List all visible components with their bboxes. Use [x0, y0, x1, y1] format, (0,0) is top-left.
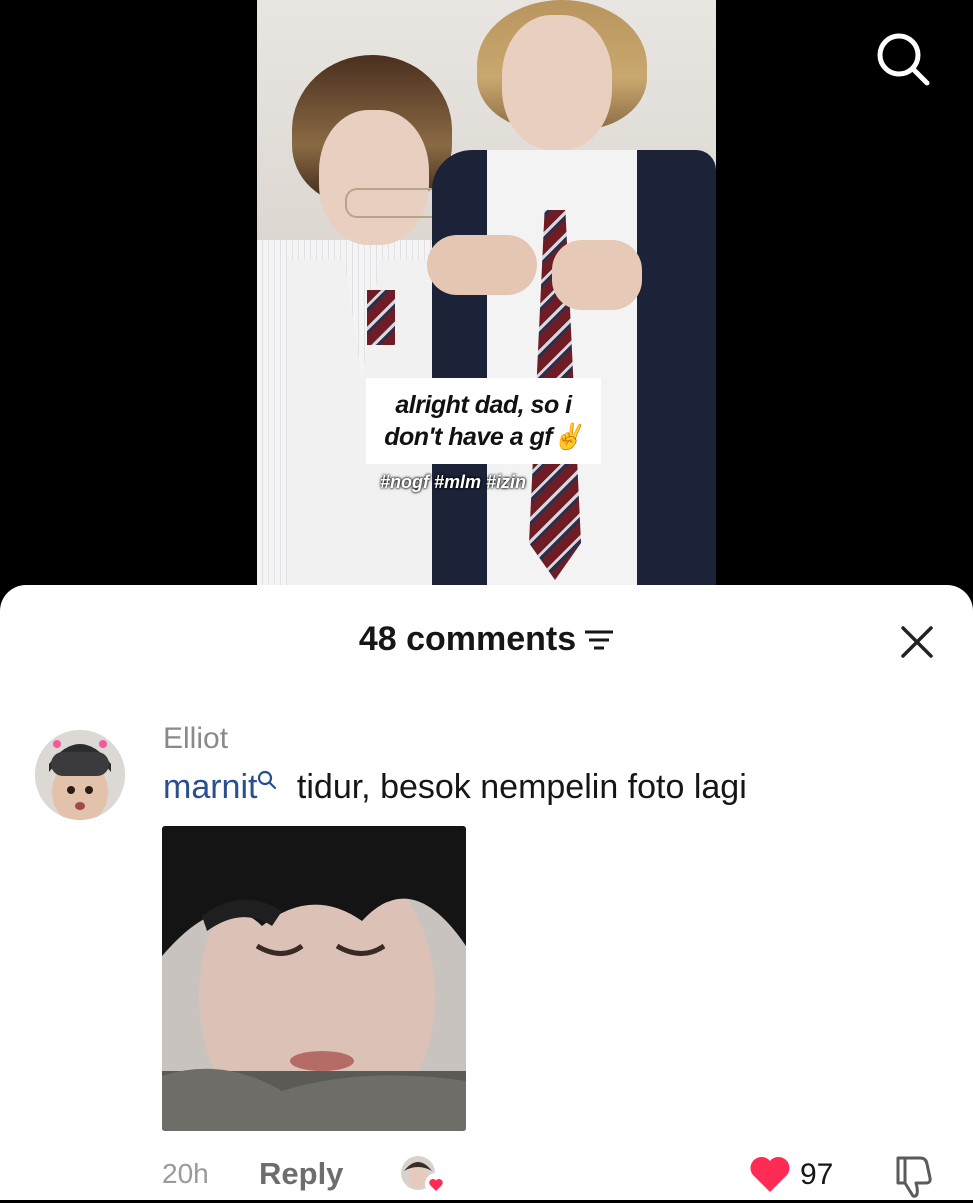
comment-image-content [162, 826, 466, 1131]
like-button[interactable] [748, 1152, 792, 1196]
comment-time: 20h [162, 1158, 209, 1189]
filter-lines-icon[interactable] [584, 629, 614, 651]
video-frame [257, 0, 716, 600]
close-icon [901, 626, 933, 658]
video-hashtags: #nogf #mlm #izin [380, 472, 527, 492]
avatar[interactable] [35, 730, 125, 820]
mention-search-icon [258, 770, 277, 790]
search-icon [877, 33, 930, 86]
video-caption-sticker: alright dad, so i don't have a gf✌️ [366, 378, 601, 464]
caption-line-1: alright dad, so i [395, 391, 572, 419]
caption-line-2: don't have a gf✌️ [384, 423, 583, 451]
reply-button[interactable]: Reply [259, 1156, 343, 1192]
comment-author[interactable]: Elliot [163, 722, 228, 756]
comment-text: marnit tidur, besok nempelin foto lagi [163, 768, 747, 807]
comments-count-title: 48 comments [358, 620, 577, 658]
thumbs-down-icon [896, 1156, 932, 1198]
creator-liked-icon [401, 1156, 447, 1195]
video-player[interactable]: alright dad, so i don't have a gf✌️ #nog… [0, 0, 973, 600]
comment-body: tidur, besok nempelin foto lagi [287, 768, 747, 806]
dislike-button[interactable] [890, 1152, 938, 1198]
search-button[interactable] [872, 28, 932, 88]
close-comments-button[interactable] [897, 622, 937, 662]
comments-header[interactable]: 48 comments [0, 620, 973, 659]
avatar-image [35, 730, 125, 820]
comments-sheet [0, 585, 973, 1200]
mention-link[interactable]: marnit [163, 768, 287, 806]
heart-icon [750, 1156, 790, 1192]
like-count: 97 [800, 1158, 834, 1191]
creator-liked-badge [400, 1153, 448, 1197]
comment-image[interactable] [162, 826, 466, 1131]
